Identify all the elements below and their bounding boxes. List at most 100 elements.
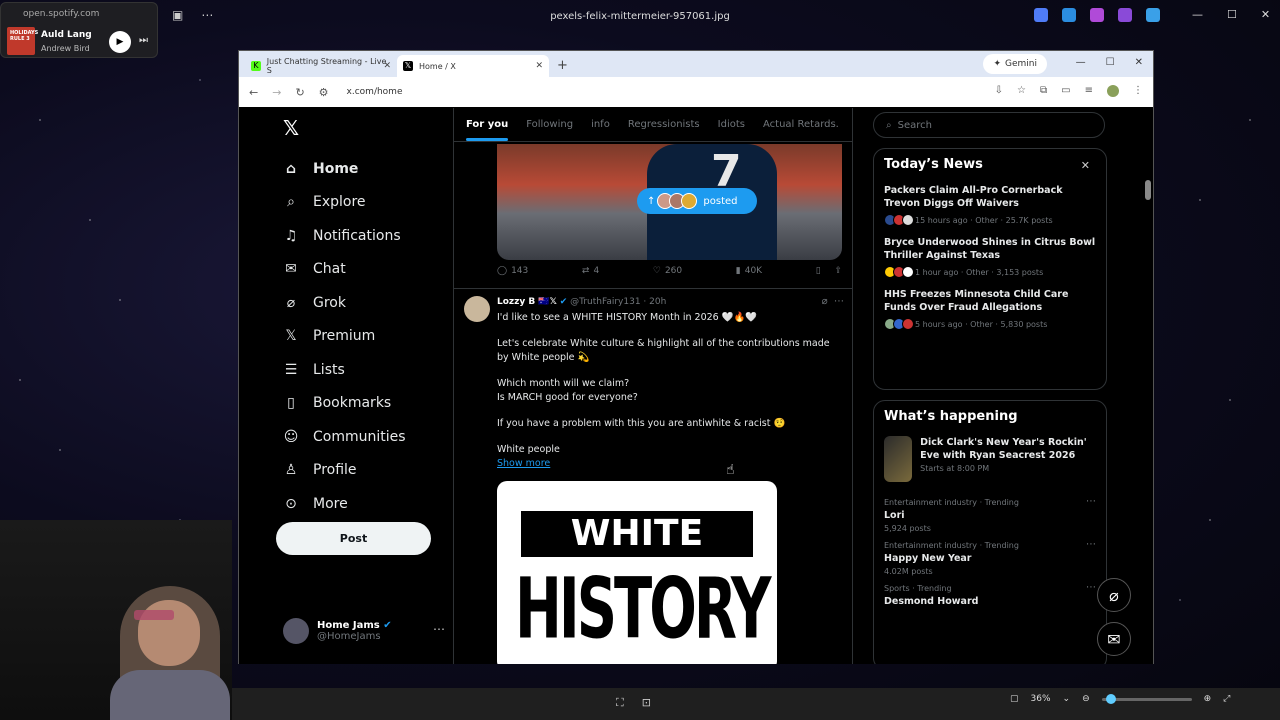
trend-item[interactable]: Entertainment industry · Trending Happy N…	[874, 537, 1106, 580]
close-icon[interactable]: ✕	[1261, 8, 1270, 21]
nav-item-profile[interactable]: ♙ Profile	[283, 454, 406, 488]
close-icon[interactable]: ✕	[1081, 159, 1090, 172]
nav-item-grok[interactable]: ⌀ Grok	[283, 286, 406, 320]
nav-item-lists[interactable]: ☰ Lists	[283, 353, 406, 387]
next-track-icon[interactable]: ⏭	[139, 35, 148, 46]
zoom-controls: ▢ 36% ⌄ ⊖ ⊕ ⤢	[1010, 693, 1230, 704]
minimize-icon[interactable]: —	[1076, 57, 1086, 68]
nav-item-communities[interactable]: ☺ Communities	[283, 420, 406, 454]
play-icon[interactable]: ▶	[109, 31, 131, 53]
text-recognize-icon[interactable]: ⊡	[642, 696, 651, 710]
share-icon[interactable]: ⇪	[834, 266, 842, 276]
fullscreen-icon[interactable]: ⤢	[1223, 694, 1230, 704]
featured-event[interactable]: Dick Clark's New Year's Rockin' Eve with…	[874, 432, 1106, 486]
tray-icons	[1034, 8, 1160, 22]
show-more-link[interactable]: Show more	[497, 457, 837, 470]
avatar[interactable]	[464, 296, 490, 322]
more-icon[interactable]: ⋯	[834, 296, 844, 307]
cast-icon[interactable]: ▭	[1061, 85, 1070, 97]
star-icon[interactable]: ☆	[1017, 85, 1026, 97]
gemini-button[interactable]: ✦ Gemini	[983, 54, 1047, 74]
chevron-down-icon[interactable]: ⌄	[1063, 694, 1071, 704]
grok-fab[interactable]: ⌀	[1097, 578, 1131, 612]
media-icon[interactable]: ≡	[1085, 85, 1093, 97]
maximize-icon[interactable]: ☐	[1227, 8, 1237, 21]
install-icon[interactable]: ⇩	[995, 85, 1003, 97]
zoom-slider[interactable]	[1101, 693, 1192, 704]
album-art: HOLIDAYS RULE 3	[7, 27, 38, 55]
maximize-icon[interactable]: ☐	[1106, 57, 1115, 68]
author-name[interactable]: Lozzy B 🇦🇺𝕏	[497, 297, 557, 307]
scrollbar[interactable]	[1145, 108, 1151, 664]
app-icon[interactable]	[1062, 8, 1076, 22]
slider-knob[interactable]	[1105, 693, 1116, 704]
more-icon[interactable]: ⋯	[1086, 582, 1096, 593]
close-tab-icon[interactable]: ✕	[535, 61, 543, 71]
nav-item-chat[interactable]: ✉ Chat	[283, 253, 406, 287]
scroll-thumb[interactable]	[1145, 180, 1151, 200]
trend-item[interactable]: Sports · Trending Desmond Howard ⋯	[874, 580, 1106, 614]
forward-icon[interactable]: →	[272, 86, 281, 99]
trend-item[interactable]: Entertainment industry · Trending Lori 5,9…	[874, 494, 1106, 537]
messages-fab[interactable]: ✉	[1097, 622, 1131, 656]
zoom-out-icon[interactable]: ⊖	[1082, 694, 1090, 704]
nav-item-premium[interactable]: 𝕏 Premium	[283, 320, 406, 354]
actual-size-icon[interactable]: ▢	[1010, 694, 1019, 704]
like-button[interactable]: ♡ 260	[653, 266, 682, 276]
app-icon[interactable]	[1146, 8, 1160, 22]
tab-x-home[interactable]: 𝕏 Home / X ✕	[397, 55, 549, 77]
more-icon[interactable]: ⋯	[1086, 496, 1096, 507]
tweet-time[interactable]: · 20h	[643, 297, 666, 307]
nav-item-explore[interactable]: ⌕ Explore	[283, 186, 406, 220]
extensions-icon[interactable]: ⧉	[1040, 85, 1047, 97]
zoom-in-icon[interactable]: ⊕	[1204, 694, 1212, 704]
new-tab-icon[interactable]: +	[557, 58, 568, 73]
tab-list-actual[interactable]: Actual Retards.	[763, 119, 839, 130]
app-icon[interactable]	[1118, 8, 1132, 22]
tab-kick[interactable]: K Just Chatting Streaming - Live S ✕	[245, 55, 397, 77]
app-icon[interactable]	[1090, 8, 1104, 22]
views-button[interactable]: ▮ 40K	[736, 266, 762, 276]
post-media-image[interactable]: 7 ↑ posted	[497, 144, 842, 260]
tab-for-you[interactable]: For you	[466, 119, 509, 141]
search-input[interactable]: ⌕ Search	[873, 112, 1105, 138]
post-button[interactable]: Post	[276, 522, 431, 555]
fit-icon[interactable]: ⛶	[616, 696, 624, 710]
news-item[interactable]: Packers Claim All-Pro Cornerback Trevon …	[874, 180, 1106, 232]
tab-list-regressionists[interactable]: Regressionists	[628, 119, 700, 130]
site-info-icon[interactable]: ⚙	[319, 86, 329, 99]
grok-icon[interactable]: ⌀	[822, 296, 828, 307]
more-icon[interactable]: ⋯	[1086, 539, 1096, 550]
app-icon[interactable]	[1034, 8, 1048, 22]
close-icon[interactable]: ✕	[1135, 57, 1143, 68]
more-icon[interactable]: ⋯	[433, 622, 445, 636]
tweet-image[interactable]: WHITE HISTORY	[497, 481, 777, 664]
author-handle[interactable]: @TruthFairy131	[570, 297, 640, 307]
tab-list-info[interactable]: info	[591, 119, 610, 130]
reply-button[interactable]: ◯ 143	[497, 266, 528, 276]
tab-following[interactable]: Following	[526, 119, 573, 130]
back-icon[interactable]: ←	[249, 86, 258, 99]
more-options-icon[interactable]: ⋯	[201, 8, 213, 22]
url-field[interactable]: x.com/home	[347, 87, 403, 97]
account-switcher[interactable]: Home Jams ✔ @HomeJams ⋯	[283, 618, 445, 644]
news-item[interactable]: Bryce Underwood Shines in Citrus Bowl Th…	[874, 232, 1106, 284]
nav-item-more[interactable]: ⊙ More	[283, 487, 406, 521]
x-logo-icon[interactable]: 𝕏	[283, 116, 299, 140]
slideshow-icon[interactable]: ▣	[172, 8, 183, 22]
nav-item-bookmarks[interactable]: ▯ Bookmarks	[283, 387, 406, 421]
menu-icon[interactable]: ⋮	[1133, 85, 1143, 97]
new-posts-pill[interactable]: ↑ posted	[637, 188, 757, 214]
nav-item-home[interactable]: ⌂ Home	[283, 152, 406, 186]
reload-icon[interactable]: ↻	[295, 86, 304, 99]
repost-button[interactable]: ⇄ 4	[582, 266, 599, 276]
people-icon: ☺	[283, 428, 299, 445]
nav-item-notifications[interactable]: ♫ Notifications	[283, 219, 406, 253]
news-item[interactable]: HHS Freezes Minnesota Child Care Funds O…	[874, 284, 1106, 336]
minimize-icon[interactable]: —	[1192, 8, 1203, 21]
profile-avatar[interactable]	[1107, 85, 1119, 97]
bookmark-icon[interactable]: ▯	[816, 266, 821, 276]
tab-list-idiots[interactable]: Idiots	[718, 119, 745, 130]
zoom-level[interactable]: 36%	[1031, 694, 1051, 704]
close-tab-icon[interactable]: ✕	[383, 61, 391, 71]
